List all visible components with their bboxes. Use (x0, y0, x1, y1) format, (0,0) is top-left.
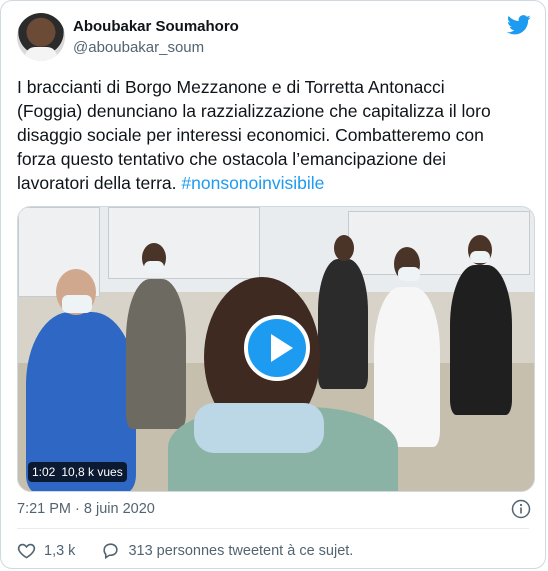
heart-icon (17, 543, 36, 559)
like-button[interactable]: 1,3 k (17, 541, 75, 560)
action-bar: 1,3 k 313 personnes tweetent à ce sujet. (17, 541, 379, 560)
twitter-bird-icon[interactable] (507, 15, 531, 35)
tweet-card: Aboubakar Soumahoro @aboubakar_soum I br… (0, 0, 546, 569)
speech-bubble-icon (103, 543, 119, 560)
video-player[interactable]: 1:02 10,8 k vues (17, 206, 535, 492)
face-mask (144, 261, 164, 273)
person (450, 265, 512, 415)
avatar[interactable] (17, 13, 65, 61)
face-mask (470, 251, 490, 263)
face-mask (398, 267, 420, 281)
person (318, 259, 368, 389)
face-mask (62, 295, 92, 313)
tweet-timestamp[interactable]: 7:21 PM · 8 juin 2020 (17, 501, 155, 517)
conversation-link[interactable]: 313 personnes tweetent à ce sujet. (101, 541, 353, 560)
video-duration: 1:02 (32, 465, 56, 479)
tweet-text: I braccianti di Borgo Mezzanone e di Tor… (17, 75, 537, 195)
info-icon[interactable] (511, 499, 531, 519)
hashtag-link[interactable]: #nonsonoinvisibile (181, 173, 324, 193)
video-views: 10,8 k vues (61, 465, 123, 479)
person-head (334, 235, 354, 261)
person (126, 279, 186, 429)
like-count: 1,3 k (44, 542, 76, 559)
face-mask (194, 403, 324, 453)
video-info-badge: 1:02 10,8 k vues (28, 462, 127, 482)
play-button[interactable] (244, 315, 310, 381)
divider (17, 528, 529, 529)
conversation-text: 313 personnes tweetent à ce sujet. (128, 542, 354, 559)
container-building (348, 211, 530, 275)
author-name[interactable]: Aboubakar Soumahoro (73, 18, 239, 35)
author-handle[interactable]: @aboubakar_soum (73, 39, 204, 56)
container-building (108, 207, 260, 279)
person (374, 287, 440, 447)
